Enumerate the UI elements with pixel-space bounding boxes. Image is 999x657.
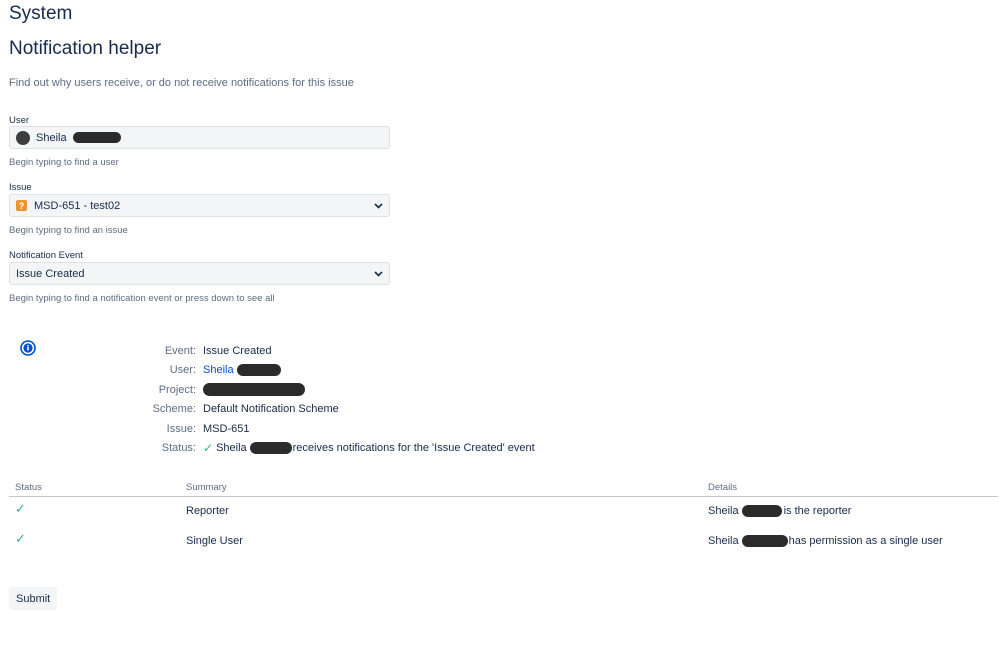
results-table: Status Summary Details ✓ Reporter Sheila… xyxy=(9,478,998,557)
submit-button[interactable]: Submit xyxy=(9,587,58,610)
header-details: Details xyxy=(708,481,738,493)
info-row-issue: Issue: MSD-651 xyxy=(135,419,535,439)
issue-label: Issue xyxy=(9,182,32,193)
redacted-surname xyxy=(72,132,121,144)
row-summary: Single User xyxy=(186,535,243,547)
info-scheme-link[interactable]: Default Notification Scheme xyxy=(203,403,339,415)
redacted-project-link[interactable] xyxy=(203,383,305,397)
info-row-event: Event: Issue Created xyxy=(135,341,535,361)
row-details-text: is the reporter xyxy=(783,505,852,517)
info-row-user: User: Sheila xyxy=(135,361,535,381)
row-details-name: Sheila xyxy=(708,535,739,547)
info-row-project: Project: xyxy=(135,380,535,400)
info-status-text: receives notifications for the 'Issue Cr… xyxy=(292,442,535,455)
info-status-name: Sheila xyxy=(216,442,247,455)
issue-select[interactable]: ? MSD-651 - test02 xyxy=(9,194,390,217)
chevron-down-icon xyxy=(373,269,383,279)
row-summary: Reporter xyxy=(186,505,229,517)
user-help: Begin typing to find a user xyxy=(9,157,119,168)
info-user-link[interactable]: Sheila xyxy=(203,364,234,376)
user-label: User xyxy=(9,115,30,126)
event-label: Notification Event xyxy=(9,250,83,261)
section-title: Notification helper xyxy=(9,38,162,59)
user-picker-value: Sheila xyxy=(36,131,67,144)
info-issue-link[interactable]: MSD-651 xyxy=(203,423,249,435)
info-row-scheme: Scheme: Default Notification Scheme xyxy=(135,400,535,420)
check-icon: ✓ xyxy=(203,441,214,456)
info-key: Status: xyxy=(161,442,196,455)
user-picker[interactable]: Sheila xyxy=(9,126,390,149)
info-icon xyxy=(20,340,36,356)
table-header: Status Summary Details xyxy=(9,478,998,497)
info-key: Scheme: xyxy=(152,403,196,416)
info-key: Project: xyxy=(158,383,196,396)
header-status: Status xyxy=(15,481,42,493)
event-help: Begin typing to find a notification even… xyxy=(9,293,275,304)
info-key: User: xyxy=(169,364,196,377)
issue-type-icon: ? xyxy=(16,200,27,211)
row-details-name: Sheila xyxy=(708,505,739,517)
issue-select-value: MSD-651 - test02 xyxy=(34,199,121,212)
check-icon: ✓ xyxy=(15,501,26,516)
issue-help: Begin typing to find an issue xyxy=(9,225,128,236)
user-avatar xyxy=(16,130,30,145)
redacted-surname xyxy=(249,442,292,455)
table-row: ✓ Reporter Sheila is the reporter xyxy=(9,497,998,527)
info-event-value: Issue Created xyxy=(203,344,272,357)
event-select-value: Issue Created xyxy=(16,267,85,280)
row-details-text: has permission as a single user xyxy=(788,535,943,547)
header-summary: Summary xyxy=(186,481,227,493)
check-icon: ✓ xyxy=(15,531,26,546)
info-key: Event: xyxy=(164,344,196,357)
redacted-surname xyxy=(236,364,281,377)
chevron-down-icon xyxy=(373,201,383,211)
table-row: ✓ Single User Sheila has permission as a… xyxy=(9,527,998,557)
redacted-surname xyxy=(741,505,782,517)
page-title: System xyxy=(9,3,73,24)
redacted-surname xyxy=(741,535,788,547)
section-description: Find out why users receive, or do not re… xyxy=(9,77,354,89)
info-key: Issue: xyxy=(166,422,196,435)
info-row-status: Status: ✓ Sheila receives notifications … xyxy=(135,439,535,459)
event-select[interactable]: Issue Created xyxy=(9,262,390,285)
notification-info: Event: Issue Created User: Sheila Projec… xyxy=(135,341,535,458)
